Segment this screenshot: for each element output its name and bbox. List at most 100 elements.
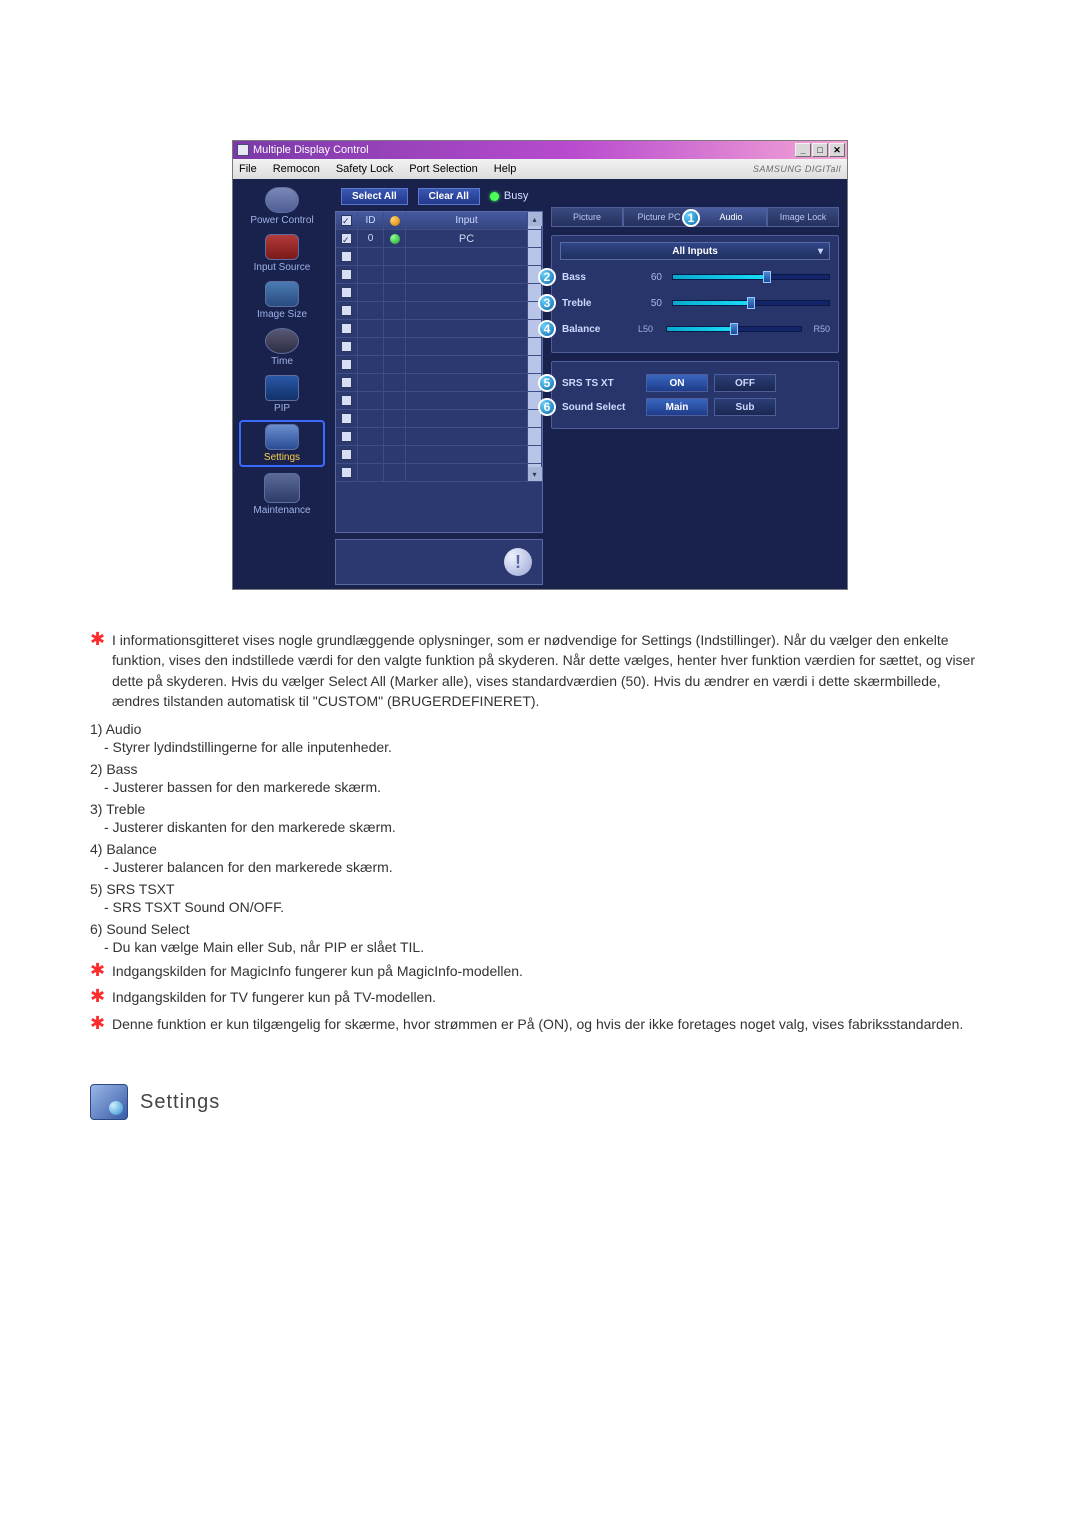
menu-safety-lock[interactable]: Safety Lock	[336, 163, 393, 175]
row-checkbox[interactable]	[341, 413, 352, 424]
sidebar-item-time[interactable]: Time	[239, 326, 325, 369]
row-input: PC	[406, 230, 528, 247]
list-item-desc: - Justerer bassen for den markerede skær…	[104, 779, 990, 795]
sound-main-button[interactable]: Main	[646, 398, 708, 416]
sidebar-label: PIP	[274, 403, 290, 414]
row-checkbox[interactable]	[341, 359, 352, 370]
bass-slider[interactable]	[672, 274, 830, 280]
sidebar-item-image-size[interactable]: Image Size	[239, 279, 325, 322]
numbered-list: 1) Audio- Styrer lydindstillingerne for …	[90, 721, 990, 955]
note-4: ✱ Denne funktion er kun tilgængelig for …	[90, 1014, 990, 1034]
header-id: ID	[358, 212, 384, 229]
image-size-icon	[265, 281, 299, 307]
list-item-title: 4) Balance	[90, 841, 990, 857]
sidebar-label: Input Source	[254, 262, 311, 273]
row-checkbox[interactable]	[341, 341, 352, 352]
table-row[interactable]	[336, 284, 542, 302]
tab-audio[interactable]: 1 Audio	[695, 207, 767, 227]
sidebar-item-power[interactable]: Power Control	[239, 185, 325, 228]
srs-off-button[interactable]: OFF	[714, 374, 776, 392]
tab-image-lock[interactable]: Image Lock	[767, 207, 839, 227]
sidebar-item-maintenance[interactable]: Maintenance	[239, 471, 325, 518]
sidebar-item-settings[interactable]: Settings	[239, 420, 325, 467]
sidebar-item-pip[interactable]: PIP	[239, 373, 325, 416]
power-icon	[265, 187, 299, 213]
balance-right: R50	[808, 324, 830, 334]
callout-badge-3: 3	[538, 294, 556, 312]
sidebar-item-input-source[interactable]: Input Source	[239, 232, 325, 275]
bass-label: Bass	[562, 272, 632, 283]
status-bar: !	[335, 539, 543, 585]
note-3: ✱ Indgangskilden for TV fungerer kun på …	[90, 987, 990, 1007]
audio-panel: All Inputs 2 Bass 60 3 Treble 50	[551, 235, 839, 353]
list-item-title: 5) SRS TSXT	[90, 881, 990, 897]
table-row[interactable]	[336, 392, 542, 410]
balance-slider[interactable]	[666, 326, 802, 332]
table-row[interactable]	[336, 410, 542, 428]
table-row[interactable]	[336, 320, 542, 338]
table-row[interactable]	[336, 338, 542, 356]
table-row[interactable]	[336, 302, 542, 320]
document-body: ✱ I informationsgitteret vises nogle gru…	[90, 630, 990, 1120]
maximize-button[interactable]: □	[812, 143, 828, 157]
table-row[interactable]	[336, 356, 542, 374]
row-checkbox[interactable]	[341, 233, 352, 244]
input-dropdown[interactable]: All Inputs	[560, 242, 830, 260]
sound-select-label: Sound Select	[562, 402, 640, 413]
note-text: Denne funktion er kun tilgængelig for sk…	[112, 1014, 963, 1034]
sidebar-label: Maintenance	[253, 505, 310, 516]
table-row[interactable]	[336, 248, 542, 266]
clear-all-button[interactable]: Clear All	[418, 188, 480, 205]
note-text: Indgangskilden for MagicInfo fungerer ku…	[112, 961, 523, 981]
row-checkbox[interactable]	[341, 269, 352, 280]
row-checkbox[interactable]	[341, 395, 352, 406]
row-checkbox[interactable]	[341, 449, 352, 460]
window-title: Multiple Display Control	[253, 144, 369, 156]
row-checkbox[interactable]	[341, 323, 352, 334]
grid-header: ID Input ▴	[336, 212, 542, 230]
note-text: Indgangskilden for TV fungerer kun på TV…	[112, 987, 436, 1007]
row-checkbox[interactable]	[341, 251, 352, 262]
row-checkbox[interactable]	[341, 377, 352, 388]
scroll-up-icon[interactable]: ▴	[528, 212, 542, 226]
star-icon: ✱	[90, 989, 104, 1003]
list-item-title: 2) Bass	[90, 761, 990, 777]
treble-slider[interactable]	[672, 300, 830, 306]
brand-logo: SAMSUNG DIGITall	[753, 164, 841, 174]
row-checkbox[interactable]	[341, 287, 352, 298]
menu-remocon[interactable]: Remocon	[273, 163, 320, 175]
row-checkbox[interactable]	[341, 467, 352, 478]
minimize-button[interactable]: _	[795, 143, 811, 157]
note-text: I informationsgitteret vises nogle grund…	[112, 630, 990, 711]
menu-help[interactable]: Help	[494, 163, 517, 175]
table-row[interactable]	[336, 446, 542, 464]
table-row[interactable]	[336, 374, 542, 392]
display-grid: ID Input ▴ 0 PC	[335, 211, 543, 533]
menubar: File Remocon Safety Lock Port Selection …	[233, 159, 847, 179]
note-2: ✱ Indgangskilden for MagicInfo fungerer …	[90, 961, 990, 981]
menu-port-selection[interactable]: Port Selection	[409, 163, 477, 175]
audio-options-panel: 5 SRS TS XT ON OFF 6 Sound Select Main S…	[551, 361, 839, 429]
sidebar-label: Time	[271, 356, 293, 367]
sound-sub-button[interactable]: Sub	[714, 398, 776, 416]
row-checkbox[interactable]	[341, 305, 352, 316]
scroll-down-icon[interactable]: ▾	[528, 467, 542, 481]
tab-picture[interactable]: Picture	[551, 207, 623, 227]
table-row[interactable]: ▾	[336, 464, 542, 482]
settings-tabs: Picture Picture PC 1 Audio Image Lock	[551, 207, 839, 227]
header-checkbox[interactable]	[341, 215, 352, 226]
table-row[interactable]	[336, 266, 542, 284]
busy-indicator: Busy	[490, 190, 528, 202]
close-button[interactable]: ✕	[829, 143, 845, 157]
balance-left: L50	[638, 324, 660, 334]
info-icon: !	[504, 548, 532, 576]
table-row[interactable]: 0 PC	[336, 230, 542, 248]
table-row[interactable]	[336, 428, 542, 446]
list-item-desc: - Justerer diskanten for den markerede s…	[104, 819, 990, 835]
sidebar-label: Power Control	[250, 215, 313, 226]
srs-on-button[interactable]: ON	[646, 374, 708, 392]
row-checkbox[interactable]	[341, 431, 352, 442]
center-area: Select All Clear All Busy ID Input ▴	[331, 179, 547, 589]
select-all-button[interactable]: Select All	[341, 188, 408, 205]
menu-file[interactable]: File	[239, 163, 257, 175]
